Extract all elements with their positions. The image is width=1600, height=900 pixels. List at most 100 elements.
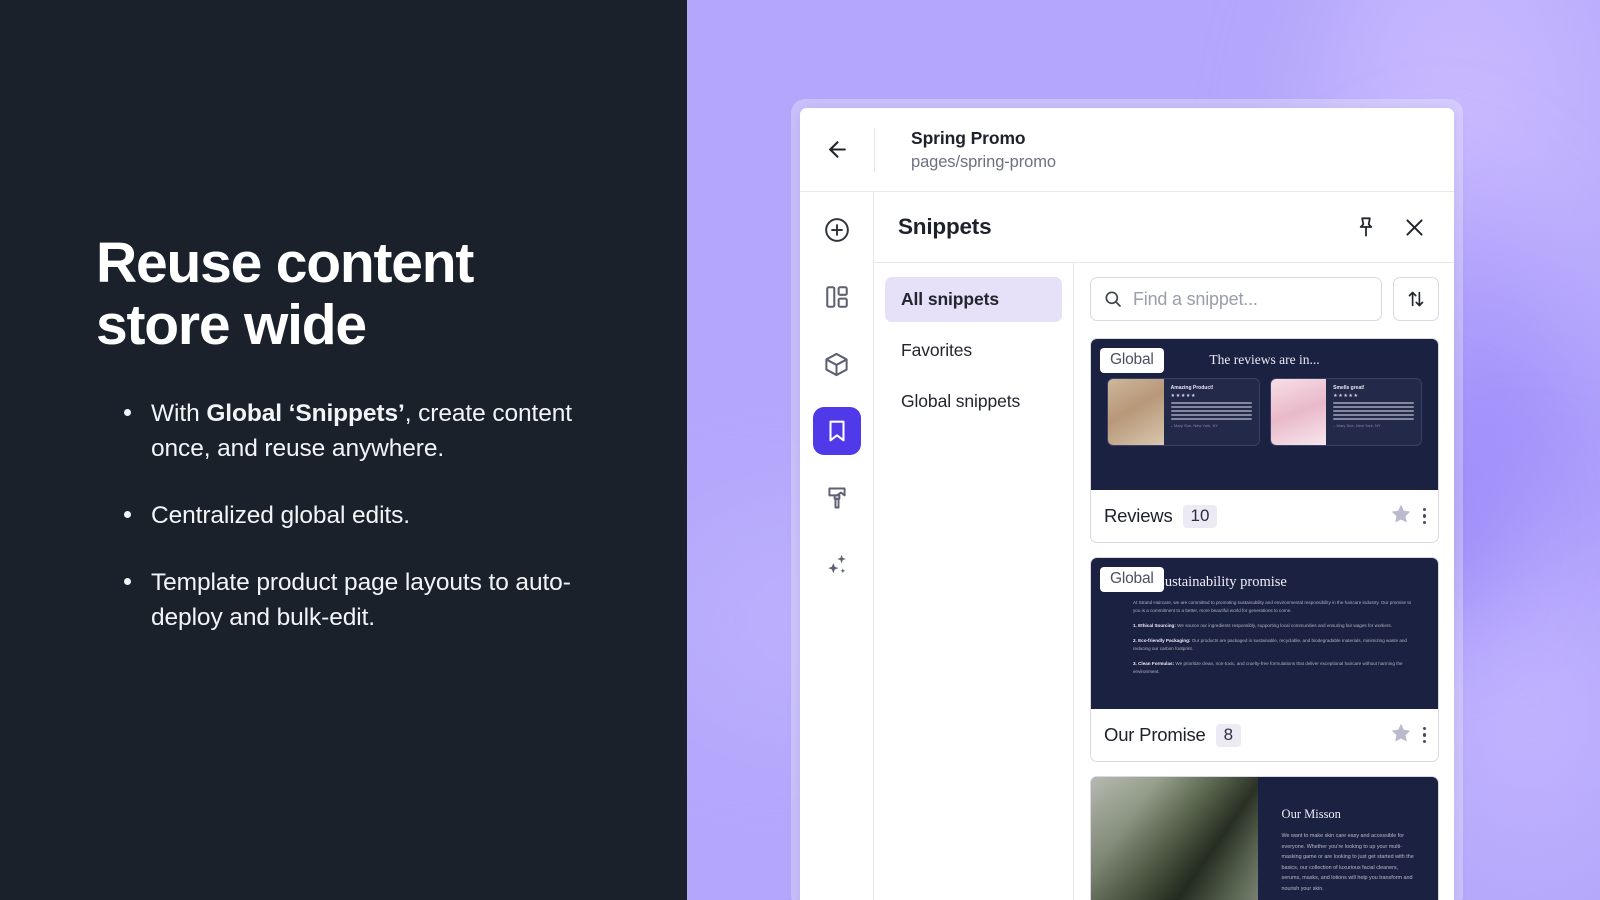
search-field-wrapper[interactable] <box>1090 277 1382 321</box>
headline-line-1: Reuse content <box>96 231 474 295</box>
rail-item-add[interactable] <box>813 206 861 254</box>
review-photo <box>1270 379 1327 445</box>
review-row: Amazing Product! ★★★★★ – Mary Sue, New Y… <box>1107 378 1422 446</box>
snippet-card-our-promise[interactable]: Global Our sustainability promise At Str… <box>1090 557 1439 762</box>
preview-point: 1. Ethical Sourcing: We source our ingre… <box>1133 622 1414 630</box>
snippet-menu-button[interactable] <box>1422 507 1426 525</box>
bullet-text-pre: With <box>151 400 207 427</box>
sidebar-item-all-snippets[interactable]: All snippets <box>885 277 1062 322</box>
layout-dashboard-icon <box>825 286 848 308</box>
review-text-lines <box>1170 402 1252 420</box>
status-badge: Global <box>1100 348 1164 373</box>
rail-item-snippets[interactable] <box>812 407 861 455</box>
close-icon <box>1405 218 1423 236</box>
sidebar-item-global-snippets[interactable]: Global snippets <box>885 379 1062 424</box>
list-item: Template product page layouts to auto-de… <box>118 565 618 635</box>
product-showcase-panel: Spring Promo pages/spring-promo Snippets… <box>687 0 1600 900</box>
rail-item-theme[interactable] <box>813 474 861 522</box>
sidebar-item-label: All snippets <box>901 289 999 309</box>
rail-item-products[interactable] <box>813 340 861 388</box>
sidebar-item-label: Favorites <box>901 340 973 360</box>
review-title: Smells great! <box>1333 385 1365 391</box>
point-text: We prioritize clean, non-toxic, and crue… <box>1133 661 1403 675</box>
app-topbar: Spring Promo pages/spring-promo <box>800 108 1454 192</box>
point-text: We source our ingredients responsibly, s… <box>1175 623 1392 629</box>
snippet-card-reviews[interactable]: Global The reviews are in... Amazing Pro… <box>1090 338 1439 543</box>
snippet-card-footer: Our Promise 8 <box>1091 709 1438 761</box>
snippets-panel: Snippets All snippets Favorites Global s… <box>874 192 1454 900</box>
rating-stars: ★★★★★ <box>1170 393 1197 399</box>
snippets-panel-body: All snippets Favorites Global snippets F… <box>874 263 1454 900</box>
sidebar-item-favorites[interactable]: Favorites <box>885 328 1062 373</box>
review-title: Amazing Product! <box>1170 385 1214 391</box>
page-title: Spring Promo <box>911 127 1026 148</box>
snippets-nav: All snippets Favorites Global snippets <box>874 263 1074 900</box>
snippet-usage-count: 10 <box>1182 504 1218 528</box>
snippet-usage-count: 8 <box>1215 723 1242 747</box>
star-icon <box>1391 723 1410 742</box>
preview-text: We want to make skin care easy and acces… <box>1281 833 1414 892</box>
snippet-preview: Global The reviews are in... Amazing Pro… <box>1091 339 1438 490</box>
package-cube-icon <box>825 352 848 376</box>
bullet-text-pre: Template product page layouts to auto-de… <box>151 569 571 632</box>
headline-line-2: store wide <box>96 293 367 358</box>
snippet-preview: Global Our sustainability promise At Str… <box>1091 558 1438 709</box>
rail-item-ai[interactable] <box>813 541 861 589</box>
snippet-name: Our Promise <box>1104 724 1206 745</box>
sort-arrows-icon <box>1408 291 1424 307</box>
point-lead: 2. Eco-friendly Packaging: <box>1133 638 1191 644</box>
snippet-card-footer: Reviews 10 <box>1091 490 1438 542</box>
snippet-menu-button[interactable] <box>1422 726 1426 744</box>
back-button[interactable] <box>800 108 874 191</box>
bullet-text-pre: Centralized global edits. <box>151 502 410 530</box>
screenshot-root: Reuse content store wide With Global ‘Sn… <box>0 0 1600 900</box>
star-icon <box>1391 504 1410 523</box>
app-body: Snippets All snippets Favorites Global s… <box>800 192 1454 900</box>
bookmark-icon <box>828 420 845 442</box>
review-text-lines <box>1333 402 1414 420</box>
favorite-star-button[interactable] <box>1389 502 1413 531</box>
app-window-frame: Spring Promo pages/spring-promo Snippets… <box>791 99 1463 900</box>
icon-rail <box>800 192 874 900</box>
status-badge: Global <box>1100 567 1164 592</box>
snippet-card-our-mission[interactable]: Our Misson We want to make skin care eas… <box>1090 776 1439 900</box>
page-headline: Reuse content store wide <box>96 232 616 356</box>
pin-panel-button[interactable] <box>1347 208 1385 246</box>
snippet-toolbar <box>1090 277 1439 321</box>
plus-circle-icon <box>824 218 849 242</box>
search-icon <box>1105 291 1121 307</box>
kebab-menu-icon <box>1422 726 1426 731</box>
page-path: pages/spring-promo <box>911 152 1056 171</box>
favorite-star-button[interactable] <box>1389 721 1413 750</box>
rail-item-layout[interactable] <box>813 273 861 321</box>
list-item: Centralized global edits. <box>118 498 618 533</box>
breadcrumb: Spring Promo pages/spring-promo <box>875 128 1056 172</box>
sort-button[interactable] <box>1393 277 1439 321</box>
rating-stars: ★★★★★ <box>1333 393 1359 399</box>
kebab-menu-icon <box>1422 507 1426 512</box>
app-window: Spring Promo pages/spring-promo Snippets… <box>800 108 1454 900</box>
review-body: Smells great! ★★★★★ – Mary Sue, New York… <box>1326 379 1421 445</box>
point-lead: 1. Ethical Sourcing: <box>1133 623 1176 629</box>
snippets-panel-header: Snippets <box>874 192 1454 263</box>
preview-point: 3. Clean Formulas: We prioritize clean, … <box>1133 660 1414 676</box>
pin-icon <box>1359 217 1373 237</box>
preview-point: 2. Eco-friendly Packaging: Our products … <box>1133 637 1414 653</box>
preview-title: Our Misson <box>1281 807 1341 821</box>
search-input[interactable] <box>1133 288 1369 310</box>
bullet-text-bold: Global ‘Snippets’ <box>206 400 405 427</box>
brush-icon <box>827 487 846 509</box>
point-lead: 3. Clean Formulas: <box>1133 661 1175 667</box>
close-panel-button[interactable] <box>1395 208 1433 246</box>
snippet-preview: Our Misson We want to make skin care eas… <box>1091 777 1438 900</box>
preview-intro: At Strand Haircare, we are committed to … <box>1133 600 1412 614</box>
list-item: With Global ‘Snippets’, create content o… <box>118 396 618 466</box>
snippet-name: Reviews <box>1104 505 1173 526</box>
preview-body: Our Misson We want to make skin care eas… <box>1258 777 1438 900</box>
review-author: – Mary Sue, New York, NY <box>1333 422 1381 428</box>
marketing-panel: Reuse content store wide With Global ‘Sn… <box>0 0 687 900</box>
feature-bullet-list: With Global ‘Snippets’, create content o… <box>118 396 618 635</box>
review-item: Smells great! ★★★★★ – Mary Sue, New York… <box>1269 378 1422 446</box>
sidebar-item-label: Global snippets <box>901 391 1021 411</box>
sparkles-icon <box>827 554 846 574</box>
